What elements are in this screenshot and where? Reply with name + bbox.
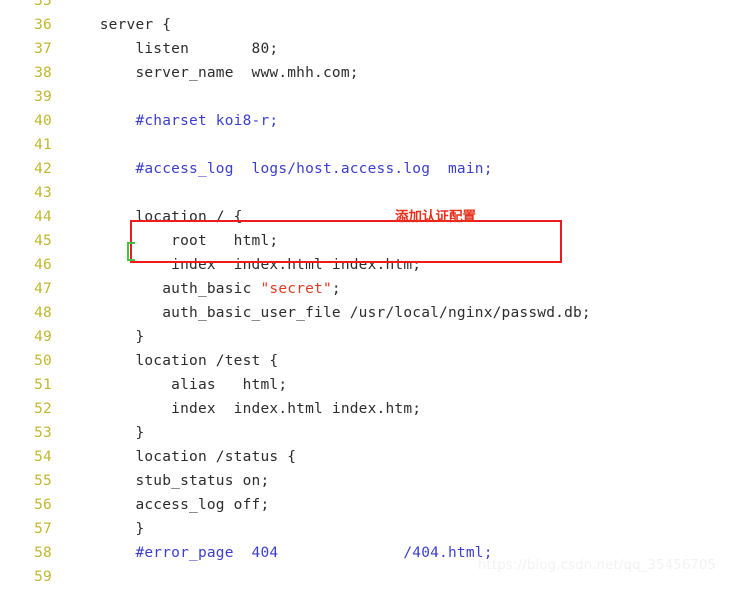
line-number: 52 bbox=[34, 401, 52, 417]
line-number: 46 bbox=[34, 257, 52, 273]
line-number: 55 bbox=[34, 473, 52, 489]
code-line-text[interactable]: access_log off; bbox=[64, 493, 269, 517]
line-number: 43 bbox=[34, 185, 52, 201]
code-editor-view[interactable]: 35 36 server {37 listen 80; 38 server_name… bbox=[0, 0, 739, 591]
code-line[interactable]: 56 access_log off; bbox=[0, 493, 739, 517]
line-number: 53 bbox=[34, 425, 52, 441]
code-token-plain: auth_basic bbox=[64, 281, 261, 297]
line-number: 59 bbox=[34, 569, 52, 585]
code-line-text[interactable]: #charset koi8-r; bbox=[64, 109, 278, 133]
code-token-plain: location /status { bbox=[64, 449, 297, 465]
code-line[interactable]: 57 } bbox=[0, 517, 739, 541]
code-line[interactable]: 46 index index.html index.htm; bbox=[0, 253, 739, 277]
code-line[interactable]: 54 location /status { bbox=[0, 445, 739, 469]
line-number: 39 bbox=[34, 89, 52, 105]
code-line[interactable]: 44 location / { bbox=[0, 205, 739, 229]
code-line-text[interactable]: location / { bbox=[64, 205, 243, 229]
code-token-plain: ; bbox=[331, 281, 341, 297]
code-line[interactable]: 52 index index.html index.htm; bbox=[0, 397, 739, 421]
code-line[interactable]: 39 bbox=[0, 85, 739, 109]
line-number: 54 bbox=[34, 449, 52, 465]
code-line[interactable]: 47 auth_basic "secret"; bbox=[0, 277, 739, 301]
code-token-plain: root html; bbox=[64, 233, 279, 249]
line-number: 49 bbox=[34, 329, 52, 345]
line-number: 47 bbox=[34, 281, 52, 297]
code-line-text[interactable]: auth_basic "secret"; bbox=[64, 277, 341, 301]
code-lines-container[interactable]: 35 36 server {37 listen 80; 38 server_name… bbox=[0, 0, 739, 591]
code-line[interactable]: 42 #access_log logs/host.access.log main… bbox=[0, 157, 739, 181]
code-line-text[interactable]: alias html; bbox=[64, 373, 287, 397]
code-line-text[interactable]: } bbox=[64, 517, 144, 541]
code-line-text[interactable]: } bbox=[64, 325, 144, 349]
code-token-comment: #access_log logs/host.access.log main; bbox=[64, 161, 493, 177]
code-line[interactable]: 38 server_name www.mhh.com; bbox=[0, 61, 739, 85]
code-line[interactable]: 50 location /test { bbox=[0, 349, 739, 373]
line-number: 50 bbox=[34, 353, 52, 369]
code-token-plain: } bbox=[64, 329, 145, 345]
csdn-watermark: https://blog.csdn.net/qq_35456705 bbox=[478, 558, 717, 573]
code-token-plain: } bbox=[64, 425, 145, 441]
code-line-text[interactable]: server_name www.mhh.com; bbox=[64, 61, 359, 85]
code-token-plain: location /test { bbox=[64, 353, 279, 369]
code-line-text[interactable]: stub_status on; bbox=[64, 469, 269, 493]
line-number: 57 bbox=[34, 521, 52, 537]
code-line-text[interactable]: location /status { bbox=[64, 445, 296, 469]
line-number: 45 bbox=[34, 233, 52, 249]
line-number: 51 bbox=[34, 377, 52, 393]
line-number: 42 bbox=[34, 161, 52, 177]
code-token-plain: index index.html index.htm; bbox=[64, 401, 422, 417]
code-token-plain: location / { bbox=[64, 209, 243, 225]
code-line[interactable]: 40 #charset koi8-r; bbox=[0, 109, 739, 133]
code-token-plain: auth_basic_user_file /usr/local/nginx/pa… bbox=[64, 305, 591, 321]
code-line[interactable]: 41 bbox=[0, 133, 739, 157]
line-number: 36 bbox=[34, 17, 52, 33]
line-number: 56 bbox=[34, 497, 52, 513]
code-token-plain: index index.html index.htm; bbox=[64, 257, 422, 273]
code-line[interactable]: 43 bbox=[0, 181, 739, 205]
code-token-comment: #error_page 404 /404.html; bbox=[64, 545, 493, 561]
line-number: 38 bbox=[34, 65, 52, 81]
code-line-text[interactable]: index index.html index.htm; bbox=[64, 253, 421, 277]
code-token-plain: stub_status on; bbox=[64, 473, 270, 489]
annotation-label: 添加认证配置 bbox=[395, 209, 476, 225]
code-line-text[interactable]: listen 80; bbox=[64, 37, 278, 61]
code-line[interactable]: 37 listen 80; bbox=[0, 37, 739, 61]
line-number: 41 bbox=[34, 137, 52, 153]
code-line[interactable]: 45 root html; bbox=[0, 229, 739, 253]
line-number: 44 bbox=[34, 209, 52, 225]
code-token-plain: alias html; bbox=[64, 377, 288, 393]
code-token-comment: #charset koi8-r; bbox=[64, 113, 279, 129]
code-line-text[interactable]: auth_basic_user_file /usr/local/nginx/pa… bbox=[64, 301, 591, 325]
code-token-plain: server { bbox=[64, 17, 172, 33]
code-line-text[interactable]: server { bbox=[64, 13, 171, 37]
line-number: 58 bbox=[34, 545, 52, 561]
line-number: 37 bbox=[34, 41, 52, 57]
code-line-text[interactable]: #error_page 404 /404.html; bbox=[64, 541, 493, 565]
code-line[interactable]: 49 } bbox=[0, 325, 739, 349]
code-line-text[interactable]: #access_log logs/host.access.log main; bbox=[64, 157, 493, 181]
code-token-plain: listen 80; bbox=[64, 41, 279, 57]
code-line[interactable]: 48 auth_basic_user_file /usr/local/nginx… bbox=[0, 301, 739, 325]
code-line[interactable]: 36 server { bbox=[0, 13, 739, 37]
code-line[interactable]: 55 stub_status on; bbox=[0, 469, 739, 493]
code-line[interactable]: 35 bbox=[0, 0, 739, 13]
code-token-plain: } bbox=[64, 521, 145, 537]
code-token-plain: server_name www.mhh.com; bbox=[64, 65, 359, 81]
code-token-plain: access_log off; bbox=[64, 497, 270, 513]
code-line[interactable]: 51 alias html; bbox=[0, 373, 739, 397]
code-line[interactable]: 53 } bbox=[0, 421, 739, 445]
code-line-text[interactable]: } bbox=[64, 421, 144, 445]
line-number: 48 bbox=[34, 305, 52, 321]
code-line-text[interactable]: root html; bbox=[64, 229, 278, 253]
code-line-text[interactable]: location /test { bbox=[64, 349, 278, 373]
line-number: 35 bbox=[34, 0, 52, 9]
line-number: 40 bbox=[34, 113, 52, 129]
code-line-text[interactable]: index index.html index.htm; bbox=[64, 397, 421, 421]
code-token-string: "secret" bbox=[260, 281, 332, 297]
